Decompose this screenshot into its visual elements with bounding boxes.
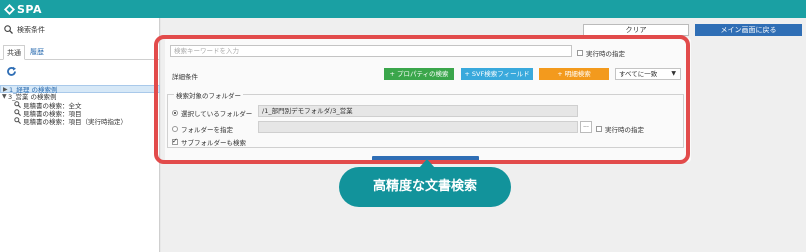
tree-subitem[interactable]: 見積書の検索：項目 [0,109,160,118]
tree-item-sales[interactable]: ▼ 3_営業 の検索例 [0,93,160,101]
search-icon [14,117,21,126]
sidebar-tabs: 共通 履歴 [0,44,160,60]
search-conditions-label: 検索条件 [17,26,45,34]
tree-subitem[interactable]: 見積書の検索：項目（実行時指定） [0,117,160,126]
app-header: SPA [0,0,806,18]
spa-logo-icon [4,3,15,15]
tab-common[interactable]: 共通 [3,45,25,60]
app-logo: SPA [4,2,42,16]
chevron-down-icon[interactable]: ▼ [2,93,7,101]
sidebar: 検索条件 共通 履歴 ▶ 1_経理 の検索例 ▼ 3_営業 の検索例 見積書の検… [0,18,160,252]
refresh-icon[interactable] [6,66,17,79]
search-conditions-header: 検索条件 [4,24,45,36]
search-tree: ▶ 1_経理 の検索例 ▼ 3_営業 の検索例 見積書の検索：全文 見積書の検索… [0,85,160,126]
tree-item-accounting[interactable]: ▶ 1_経理 の検索例 [0,85,160,94]
callout-banner: 高精度な文書検索 [339,167,511,207]
back-to-main-button[interactable]: メイン画面に戻る [695,24,802,36]
tree-subitem[interactable]: 見積書の検索：全文 [0,101,160,110]
app-name: SPA [17,2,42,16]
search-icon [4,24,13,36]
highlight-frame [154,35,690,164]
tree-item-label: 3_営業 の検索例 [8,93,57,101]
tab-history[interactable]: 履歴 [26,45,48,60]
tree-subitem-label: 見積書の検索：項目（実行時指定） [23,117,127,126]
